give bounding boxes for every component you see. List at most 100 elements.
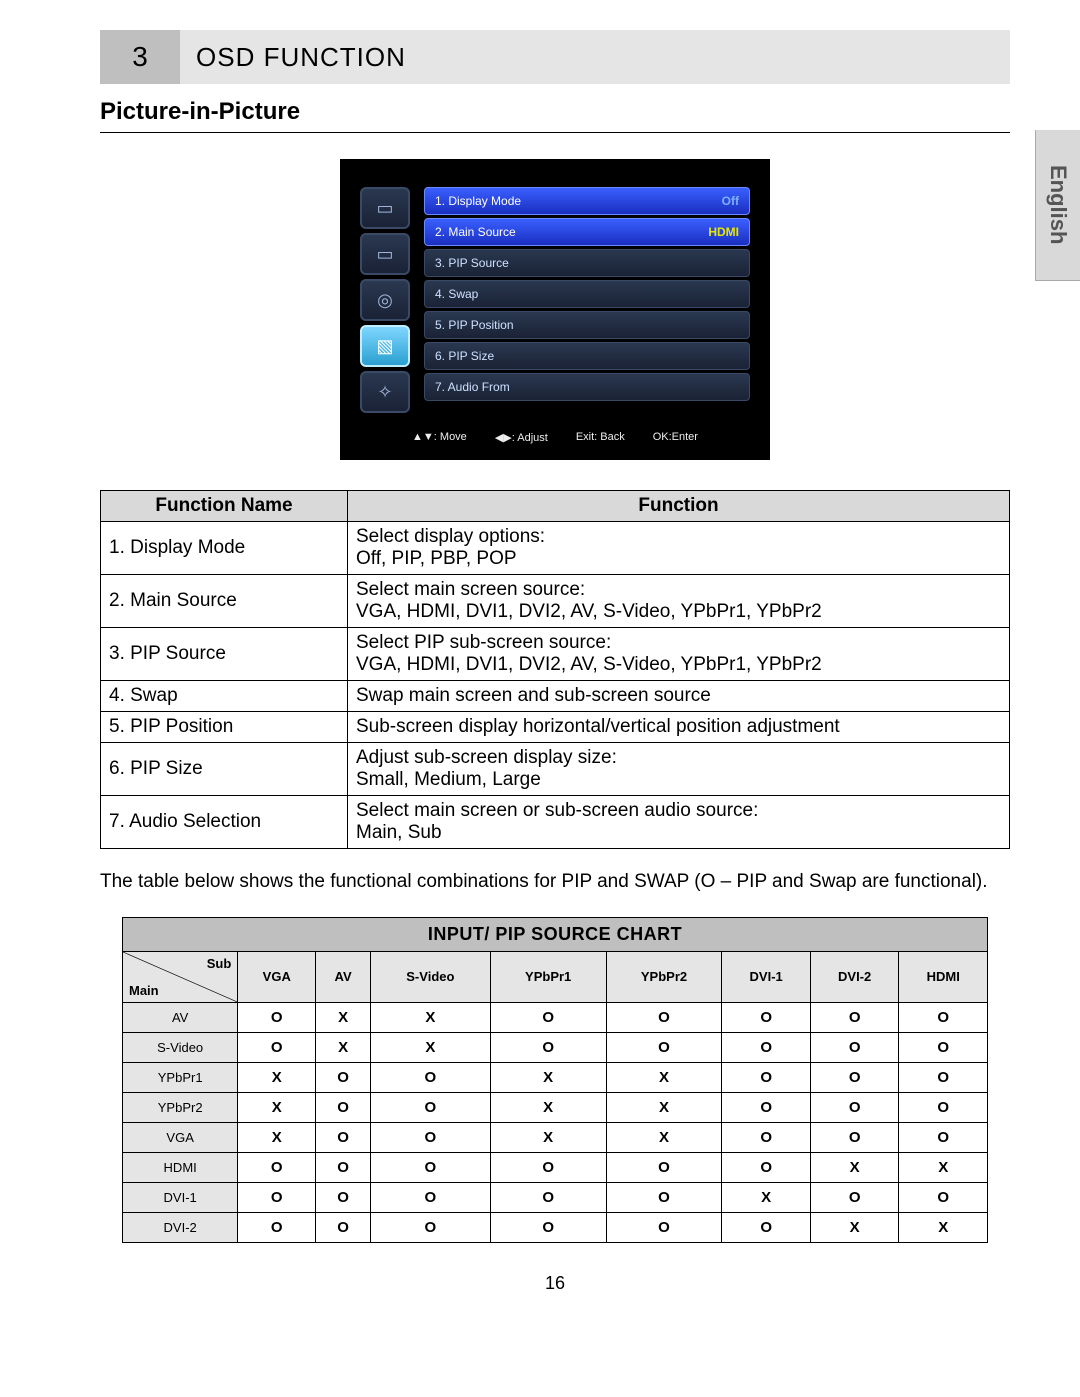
matrix-cell: O bbox=[370, 1152, 490, 1182]
page-number: 16 bbox=[100, 1273, 1010, 1294]
matrix-cell: O bbox=[810, 1122, 899, 1152]
matrix-cell: X bbox=[899, 1152, 988, 1182]
osd-sidebar-icon: ▭ bbox=[360, 187, 410, 229]
matrix-cell: O bbox=[899, 1032, 988, 1062]
matrix-row-label: VGA bbox=[123, 1122, 238, 1152]
matrix-cell: X bbox=[490, 1122, 606, 1152]
matrix-col-header: DVI-1 bbox=[722, 951, 811, 1002]
table-row: 7. Audio SelectionSelect main screen or … bbox=[101, 796, 1010, 849]
func-name: 7. Audio Selection bbox=[101, 796, 348, 849]
func-desc: Select PIP sub-screen source: VGA, HDMI,… bbox=[348, 628, 1010, 681]
matrix-cell: X bbox=[370, 1002, 490, 1032]
matrix-col-header: YPbPr2 bbox=[606, 951, 722, 1002]
matrix-cell: O bbox=[490, 1182, 606, 1212]
matrix-col-header: DVI-2 bbox=[810, 951, 899, 1002]
matrix-row-label: S-Video bbox=[123, 1032, 238, 1062]
matrix-cell: O bbox=[722, 1122, 811, 1152]
osd-nav-hints: ▲▼: Move ◀▶: Adjust Exit: Back OK:Enter bbox=[360, 431, 750, 444]
osd-menu-item: 3. PIP Source bbox=[424, 249, 750, 277]
osd-menu-item: 5. PIP Position bbox=[424, 311, 750, 339]
matrix-col-header: AV bbox=[316, 951, 371, 1002]
matrix-cell: O bbox=[899, 1062, 988, 1092]
matrix-row-label: AV bbox=[123, 1002, 238, 1032]
matrix-cell: O bbox=[316, 1152, 371, 1182]
matrix-col-header: S-Video bbox=[370, 951, 490, 1002]
table-row: DVI-1OOOOOXOO bbox=[123, 1182, 988, 1212]
osd-sidebar-icon: ▭ bbox=[360, 233, 410, 275]
matrix-cell: O bbox=[810, 1182, 899, 1212]
table-row: YPbPr1XOOXXOOO bbox=[123, 1062, 988, 1092]
table-row: 6. PIP SizeAdjust sub-screen display siz… bbox=[101, 743, 1010, 796]
matrix-cell: X bbox=[490, 1062, 606, 1092]
table-row: 5. PIP PositionSub-screen display horizo… bbox=[101, 712, 1010, 743]
func-name: 4. Swap bbox=[101, 681, 348, 712]
matrix-col-header: YPbPr1 bbox=[490, 951, 606, 1002]
func-name: 5. PIP Position bbox=[101, 712, 348, 743]
matrix-row-label: DVI-2 bbox=[123, 1212, 238, 1242]
matrix-cell: O bbox=[722, 1062, 811, 1092]
matrix-cell: O bbox=[899, 1002, 988, 1032]
matrix-cell: O bbox=[722, 1212, 811, 1242]
matrix-cell: O bbox=[316, 1122, 371, 1152]
matrix-cell: X bbox=[606, 1122, 722, 1152]
table-row: DVI-2OOOOOOXX bbox=[123, 1212, 988, 1242]
function-table: Function Name Function 1. Display ModeSe… bbox=[100, 490, 1010, 849]
matrix-cell: O bbox=[606, 1182, 722, 1212]
matrix-row-label: DVI-1 bbox=[123, 1182, 238, 1212]
osd-menu-item: 2. Main SourceHDMI bbox=[424, 218, 750, 246]
matrix-cell: X bbox=[238, 1122, 316, 1152]
matrix-cell: O bbox=[316, 1212, 371, 1242]
matrix-cell: O bbox=[810, 1002, 899, 1032]
matrix-title: INPUT/ PIP SOURCE CHART bbox=[123, 917, 988, 951]
matrix-cell: O bbox=[722, 1152, 811, 1182]
matrix-row-label: HDMI bbox=[123, 1152, 238, 1182]
matrix-cell: O bbox=[370, 1182, 490, 1212]
matrix-cell: O bbox=[490, 1032, 606, 1062]
osd-menu-item: 1. Display ModeOff bbox=[424, 187, 750, 215]
table-row: YPbPr2XOOXXOOO bbox=[123, 1092, 988, 1122]
matrix-row-label: YPbPr2 bbox=[123, 1092, 238, 1122]
matrix-cell: O bbox=[238, 1032, 316, 1062]
table-row: 4. SwapSwap main screen and sub-screen s… bbox=[101, 681, 1010, 712]
matrix-cell: O bbox=[810, 1032, 899, 1062]
matrix-cell: O bbox=[238, 1152, 316, 1182]
osd-nav-move: ▲▼: Move bbox=[412, 431, 467, 444]
matrix-cell: X bbox=[810, 1212, 899, 1242]
matrix-cell: O bbox=[490, 1152, 606, 1182]
table-row: AVOXXOOOOO bbox=[123, 1002, 988, 1032]
table-row: S-VideoOXXOOOOO bbox=[123, 1032, 988, 1062]
table-row: 3. PIP SourceSelect PIP sub-screen sourc… bbox=[101, 628, 1010, 681]
matrix-cell: O bbox=[606, 1212, 722, 1242]
chapter-number: 3 bbox=[100, 30, 180, 84]
osd-screenshot: ▭▭◎▧✧ 1. Display ModeOff2. Main SourceHD… bbox=[100, 159, 1010, 460]
matrix-cell: O bbox=[722, 1002, 811, 1032]
matrix-cell: X bbox=[606, 1092, 722, 1122]
func-name: 1. Display Mode bbox=[101, 522, 348, 575]
matrix-cell: O bbox=[606, 1002, 722, 1032]
osd-nav-exit: Exit: Back bbox=[576, 431, 625, 444]
matrix-cell: X bbox=[370, 1032, 490, 1062]
matrix-cell: O bbox=[370, 1212, 490, 1242]
matrix-cell: O bbox=[238, 1212, 316, 1242]
matrix-cell: O bbox=[899, 1182, 988, 1212]
matrix-col-header: HDMI bbox=[899, 951, 988, 1002]
matrix-cell: X bbox=[238, 1062, 316, 1092]
matrix-cell: X bbox=[490, 1092, 606, 1122]
pip-source-chart: INPUT/ PIP SOURCE CHART SubMainVGAAVS-Vi… bbox=[122, 917, 988, 1243]
table-row: HDMIOOOOOOXX bbox=[123, 1152, 988, 1182]
matrix-cell: O bbox=[606, 1032, 722, 1062]
matrix-cell: X bbox=[810, 1152, 899, 1182]
osd-menu-item: 4. Swap bbox=[424, 280, 750, 308]
osd-menu-item: 7. Audio From bbox=[424, 373, 750, 401]
func-desc: Swap main screen and sub-screen source bbox=[348, 681, 1010, 712]
table-row: VGAXOOXXOOO bbox=[123, 1122, 988, 1152]
matrix-cell: X bbox=[722, 1182, 811, 1212]
matrix-cell: O bbox=[490, 1212, 606, 1242]
matrix-cell: X bbox=[316, 1002, 371, 1032]
matrix-col-header: VGA bbox=[238, 951, 316, 1002]
osd-sidebar-icon: ✧ bbox=[360, 371, 410, 413]
matrix-cell: X bbox=[606, 1062, 722, 1092]
matrix-cell: O bbox=[810, 1062, 899, 1092]
matrix-cell: X bbox=[316, 1032, 371, 1062]
func-name: 3. PIP Source bbox=[101, 628, 348, 681]
